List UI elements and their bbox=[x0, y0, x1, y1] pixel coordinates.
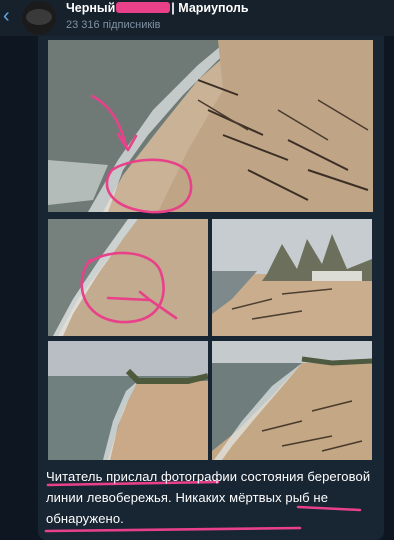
channel-title-suffix: | Мариуполь bbox=[171, 1, 249, 15]
channel-title[interactable]: Черный | Мариуполь bbox=[66, 1, 249, 17]
redaction-mark bbox=[116, 2, 171, 13]
beach-photo-1[interactable] bbox=[48, 40, 373, 212]
beach-photo-4[interactable] bbox=[48, 341, 208, 460]
back-arrow-icon[interactable]: ‹ bbox=[3, 4, 19, 28]
beach-photo-2[interactable] bbox=[48, 219, 208, 336]
beach-photo-5[interactable] bbox=[212, 341, 372, 460]
channel-avatar[interactable] bbox=[22, 1, 56, 35]
message-caption: Читатель прислал фотографии состояния бе… bbox=[46, 469, 371, 526]
chat-header: ‹ Черный | Мариуполь 23 316 підписників bbox=[0, 0, 394, 36]
subscriber-count: 23 316 підписників bbox=[66, 19, 161, 31]
channel-title-prefix: Черный bbox=[66, 1, 116, 15]
beach-photo-3[interactable] bbox=[212, 219, 372, 336]
